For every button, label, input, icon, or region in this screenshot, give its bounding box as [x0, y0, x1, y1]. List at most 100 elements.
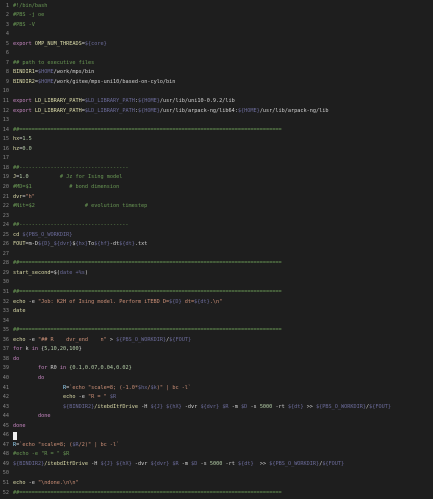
code-line[interactable]: 10	[0, 87, 433, 97]
code-line[interactable]: 29 start_second=$(date +%s)	[0, 269, 433, 279]
code-text: hx=1.5	[13, 135, 433, 145]
line-number: 28	[2, 260, 9, 267]
code-token: ${dt}	[287, 403, 307, 410]
code-line[interactable]: 35 ##====================================…	[0, 326, 433, 336]
code-token: ${J} ${hX}	[100, 460, 135, 467]
code-text: done	[13, 422, 433, 432]
code-line[interactable]: 49 ${BINDIR2}/itebdItfDrive -H ${J} ${hX}…	[0, 460, 433, 470]
code-token: -s	[250, 403, 260, 410]
code-text: #Nit=$2 # evolution timestep	[13, 202, 433, 212]
line-number: 20	[2, 183, 9, 190]
line-number: 18	[2, 164, 9, 171]
code-line[interactable]: 16 hz=0.0	[0, 145, 433, 155]
code-line[interactable]: 52 ##====================================…	[0, 489, 433, 499]
code-line[interactable]: 25 cd ${PBS_O_WORKDIR}	[0, 231, 433, 241]
code-line[interactable]: 34	[0, 317, 433, 327]
code-line[interactable]: 15 hx=1.5	[0, 135, 433, 145]
code-line[interactable]: 50	[0, 469, 433, 479]
code-line[interactable]: 4	[0, 30, 433, 40]
code-line[interactable]: 41 R=`echo "scale=8; (-1.0*$hx/$k)" | bc…	[0, 384, 433, 394]
code-line[interactable]: 47 R=`echo "scale=8; ($R/2)" | bc -l`	[0, 441, 433, 451]
code-token: # Jz for Ising model	[28, 174, 123, 181]
code-token: ${FOUT}	[322, 460, 345, 467]
code-text: BINDIR2=$HOME/work/gitee/mps-uni10/based…	[13, 78, 433, 88]
line-number: 6	[5, 50, 9, 57]
code-line[interactable]: 23	[0, 212, 433, 222]
code-line[interactable]: 5 export OMP_NUM_THREADS=${core}	[0, 40, 433, 50]
code-line[interactable]: 3 #PBS -V	[0, 21, 433, 31]
line-number: 45	[2, 422, 9, 429]
code-line[interactable]: 36 echo -e "## R dvr_end n" > ${PBS_O_WOR…	[0, 336, 433, 346]
code-token: echo	[13, 336, 29, 343]
code-line[interactable]: 43 ${BINDIR2}/itebdItfDrive -H ${J} ${hX…	[0, 403, 433, 413]
code-text: hz=0.0	[13, 145, 433, 155]
code-line[interactable]: 21 dvr="h"	[0, 193, 433, 203]
code-line[interactable]: 33 date	[0, 307, 433, 317]
code-token: /2)" | bc -l`	[78, 441, 120, 448]
code-token: cd	[13, 231, 23, 238]
code-line[interactable]: 1 #!/bin/bash	[0, 2, 433, 12]
code-token: `echo "scale=8; (	[19, 441, 73, 448]
code-text: #MD=$1 # bond dimension	[13, 183, 433, 193]
code-line[interactable]: 9 BINDIR2=$HOME/work/gitee/mps-uni10/base…	[0, 78, 433, 88]
code-line[interactable]: 22 #Nit=$2 # evolution timestep	[0, 202, 433, 212]
code-line[interactable]: 26 FOUT=m-D${D}_${dvr}${hx}To${hf}-dt${dt…	[0, 240, 433, 250]
code-line[interactable]: 11 export LD_LIBRARY_PATH=$LD_LIBRARY_PAT…	[0, 97, 433, 107]
code-token: $R	[222, 403, 232, 410]
line-number: 26	[2, 241, 9, 248]
code-line[interactable]: 46	[0, 431, 433, 441]
code-token: m-D	[28, 241, 38, 248]
code-token: for	[13, 346, 26, 353]
code-line[interactable]: 8 BINDIR1=$HOME/work/mps/bin	[0, 68, 433, 78]
code-line[interactable]: 19 J=1.0 # Jz for Ising model	[0, 173, 433, 183]
code-line[interactable]: 38 do	[0, 355, 433, 365]
code-line[interactable]: 12 export LD_LIBRARY_PATH=$LD_LIBRARY_PAT…	[0, 107, 433, 117]
code-line[interactable]: 17	[0, 154, 433, 164]
code-text: FOUT=m-D${D}_${dvr}${hx}To${hf}-dt${dt}.…	[13, 240, 433, 250]
code-line[interactable]: 51 echo -e "\ndone.\n\n"	[0, 479, 433, 489]
code-token: export	[13, 107, 35, 114]
code-text: #!/bin/bash	[13, 2, 433, 12]
code-line[interactable]: 2 #PBS -j oe	[0, 11, 433, 21]
code-line[interactable]: 44 done	[0, 412, 433, 422]
code-line[interactable]: 39 for R0 in {0.1,0.07,0.04,0.02}	[0, 364, 433, 374]
code-line[interactable]: 45 done	[0, 422, 433, 432]
code-text: echo -e "\ndone.\n\n"	[13, 479, 433, 489]
code-token: ${J} ${hX}	[150, 403, 185, 410]
code-token: for	[38, 365, 51, 372]
code-line[interactable]: 7 ## path to executive files	[0, 59, 433, 69]
code-line[interactable]: 20 #MD=$1 # bond dimension	[0, 183, 433, 193]
code-text: export LD_LIBRARY_PATH=$LD_LIBRARY_PATH:…	[13, 107, 433, 117]
line-number: 37	[2, 346, 9, 353]
code-line[interactable]: 18 ##-----------------------------------	[0, 164, 433, 174]
code-text: ${BINDIR2}/itebdItfDrive -H ${J} ${hX} -…	[13, 403, 433, 413]
code-line[interactable]: 40 do	[0, 374, 433, 384]
code-line[interactable]: 24 ##-----------------------------------	[0, 221, 433, 231]
code-text: ##======================================…	[13, 288, 433, 298]
code-editor[interactable]: 1 #!/bin/bash 2 #PBS -j oe 3 #PBS -V 4 5 export …	[0, 0, 433, 499]
code-line[interactable]: 30	[0, 278, 433, 288]
line-number: 33	[2, 308, 9, 315]
code-text: echo -e "Job: K2H of Ising model. Perfor…	[13, 298, 433, 308]
line-number: 25	[2, 231, 9, 238]
code-text: #echo -e "R = " $R	[13, 450, 433, 460]
line-number: 31	[2, 289, 9, 295]
code-line[interactable]: 48 #echo -e "R = " $R	[0, 450, 433, 460]
code-line[interactable]: 13	[0, 116, 433, 126]
code-token: ##======================================…	[13, 489, 282, 496]
code-line[interactable]: 42 echo -e "R = " $R	[0, 393, 433, 403]
code-line[interactable]: 27	[0, 250, 433, 260]
code-line[interactable]: 28 ##====================================…	[0, 259, 433, 269]
code-text: R=`echo "scale=8; (-1.0*$hx/$k)" | bc -l…	[13, 384, 433, 394]
code-line[interactable]: 37 for k in {5,10,20,100}	[0, 345, 433, 355]
code-line[interactable]: 6	[0, 49, 433, 59]
code-token: start_second	[13, 269, 51, 276]
code-line[interactable]: 32 echo -e "Job: K2H of Ising model. Perf…	[0, 298, 433, 308]
code-token: "Job: K2H of Ising model. Perform iTEBD …	[38, 298, 170, 305]
code-line[interactable]: 14 ##====================================…	[0, 126, 433, 136]
line-number: 41	[2, 384, 9, 391]
code-token: 100	[69, 346, 79, 353]
code-token: ${dt}	[194, 298, 210, 305]
code-line[interactable]: 31 ##====================================…	[0, 288, 433, 298]
